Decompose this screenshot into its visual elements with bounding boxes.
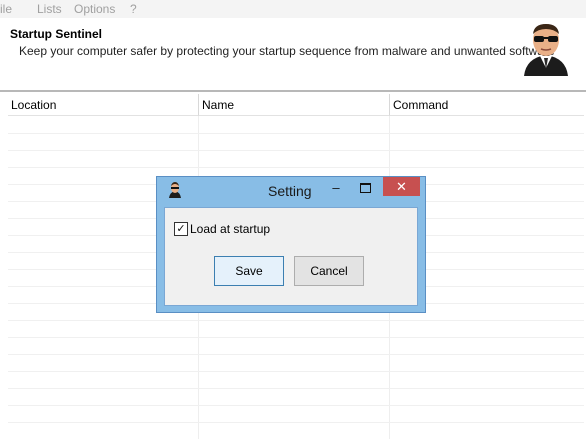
table-row	[8, 371, 584, 372]
setting-dialog: Setting – ✕ ✓ Load at startup Save Cance…	[156, 176, 426, 313]
dialog-titlebar[interactable]: Setting – ✕	[157, 177, 425, 203]
table-row	[8, 167, 584, 168]
table-row	[8, 354, 584, 355]
app-subtitle: Keep your computer safer by protecting y…	[19, 44, 555, 58]
column-command-label: Command	[393, 98, 449, 112]
load-at-startup-label[interactable]: Load at startup	[190, 222, 270, 236]
table-row	[8, 337, 584, 338]
table-row	[8, 405, 584, 406]
minimize-button[interactable]: –	[325, 178, 347, 198]
column-name[interactable]: Name	[199, 94, 390, 116]
app-title: Startup Sentinel	[10, 27, 103, 41]
maximize-icon	[360, 183, 371, 193]
agent-small-icon	[169, 182, 181, 198]
dialog-title: Setting	[268, 183, 312, 199]
table-row	[8, 150, 584, 151]
table-row	[8, 320, 584, 321]
table-row	[8, 133, 584, 134]
menu-options[interactable]: Options	[74, 2, 115, 16]
app-header: Startup Sentinel Keep your computer safe…	[0, 20, 586, 90]
table-row	[8, 388, 584, 389]
cancel-button[interactable]: Cancel	[294, 256, 364, 286]
column-location[interactable]: Location	[8, 94, 199, 116]
header-divider	[0, 90, 586, 92]
menu-file[interactable]: ile	[0, 2, 12, 16]
column-location-label: Location	[11, 98, 57, 112]
load-at-startup-checkbox[interactable]: ✓	[174, 222, 188, 236]
save-button[interactable]: Save	[214, 256, 284, 286]
column-name-label: Name	[202, 98, 235, 112]
maximize-button[interactable]	[355, 178, 375, 198]
column-command[interactable]: Command	[390, 94, 584, 116]
menu-help[interactable]: ?	[130, 2, 137, 16]
agent-avatar-icon	[524, 24, 568, 76]
dialog-body: ✓ Load at startup Save Cancel	[164, 207, 418, 306]
table-row	[8, 422, 584, 423]
menu-lists[interactable]: Lists	[37, 2, 62, 16]
menu-bar: ile Lists Options ?	[0, 0, 586, 18]
close-button[interactable]: ✕	[383, 177, 420, 196]
